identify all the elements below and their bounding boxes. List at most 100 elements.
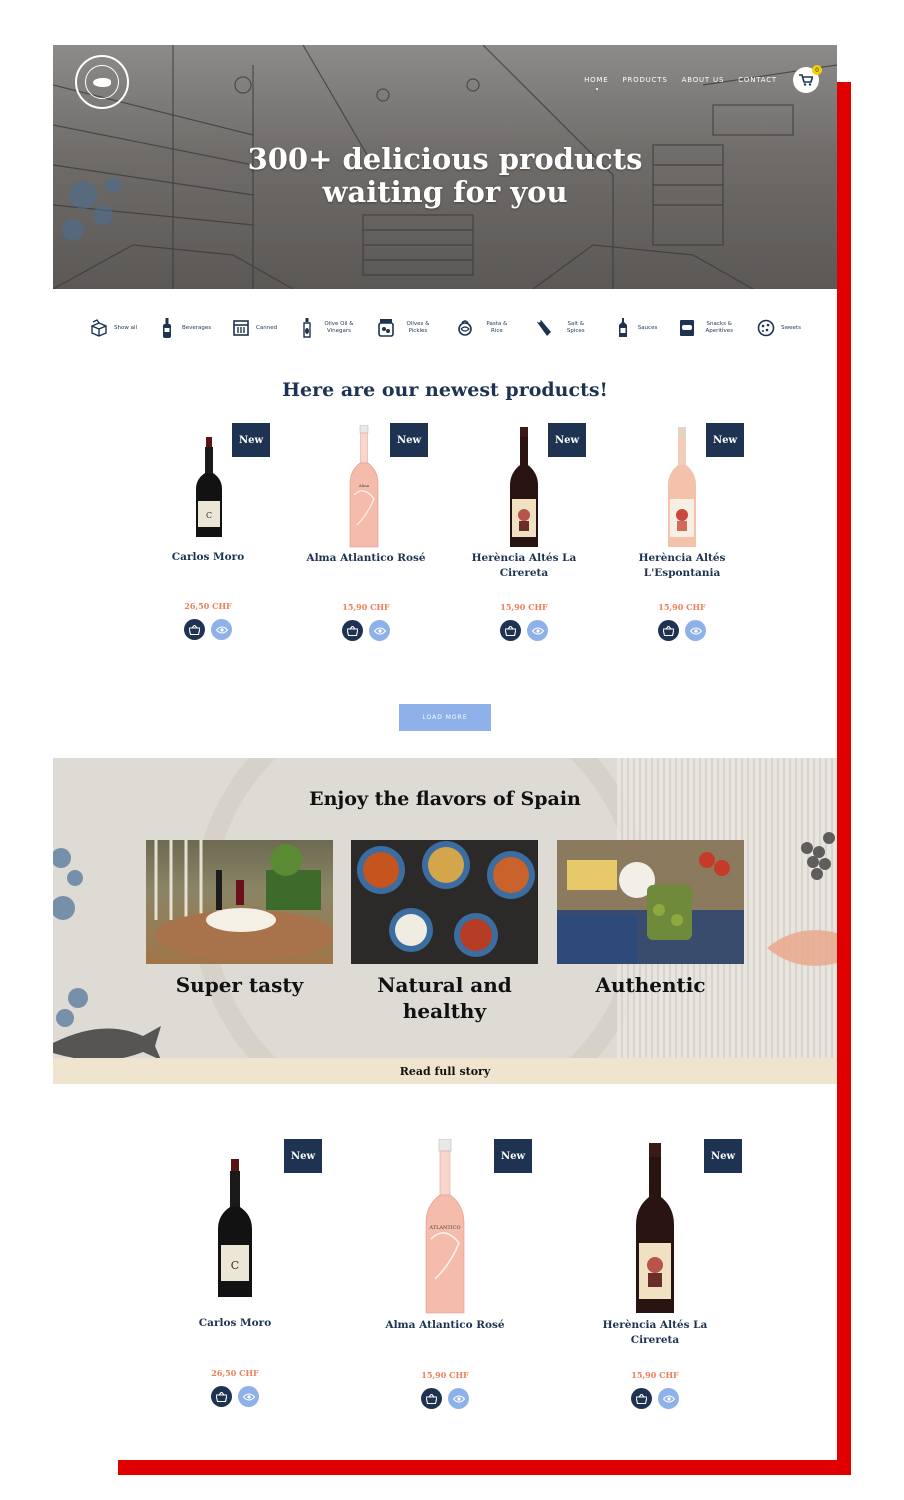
svg-text:C: C bbox=[231, 1259, 239, 1272]
flavor-card-authentic: Authentic bbox=[557, 840, 744, 998]
add-to-cart-button[interactable] bbox=[211, 1386, 232, 1407]
add-to-cart-button[interactable] bbox=[631, 1388, 652, 1409]
new-badge: New bbox=[704, 1139, 742, 1173]
quick-view-button[interactable] bbox=[527, 620, 548, 641]
product-card[interactable]: New Herència Altés La Cirereta 15,90 CHF bbox=[459, 423, 589, 648]
add-to-cart-button[interactable] bbox=[184, 619, 205, 640]
nav-about-us[interactable]: ABOUT US bbox=[682, 76, 725, 84]
product-name[interactable]: Carlos Moro bbox=[143, 550, 273, 565]
product-card[interactable]: C New Carlos Moro 26,50 CHF bbox=[143, 423, 273, 648]
flavors-section: Enjoy the flavors of Spain Super tasty N… bbox=[53, 758, 837, 1058]
nav-products[interactable]: PRODUCTS bbox=[623, 76, 668, 84]
category-label: Canned bbox=[256, 324, 278, 331]
eye-icon bbox=[242, 1392, 255, 1401]
quick-view-button[interactable] bbox=[448, 1388, 469, 1409]
product-actions bbox=[170, 1386, 300, 1407]
read-full-story-link[interactable]: Read full story bbox=[53, 1058, 837, 1084]
product-image bbox=[510, 427, 538, 547]
load-more-button[interactable]: LOAD MORE bbox=[399, 704, 491, 731]
can-icon bbox=[231, 318, 251, 338]
product-card[interactable]: New Herència Altés La Cirereta 15,90 CHF bbox=[590, 1139, 742, 1419]
product-name[interactable]: Carlos Moro bbox=[170, 1316, 300, 1331]
flavors-title: Enjoy the flavors of Spain bbox=[309, 788, 581, 810]
product-image: C bbox=[218, 1159, 252, 1297]
category-label: Olive Oil & Vinegars bbox=[324, 321, 354, 334]
product-image bbox=[636, 1143, 674, 1313]
cookie-icon bbox=[756, 318, 776, 338]
eye-icon bbox=[689, 626, 702, 635]
product-card[interactable]: Alma New Alma Atlantico Rosé 15,90 CHF bbox=[301, 423, 431, 648]
category-olive-oil[interactable]: Olive Oil & Vinegars bbox=[297, 318, 356, 338]
quick-view-button[interactable] bbox=[685, 620, 706, 641]
category-beverages[interactable]: Beverages bbox=[157, 318, 211, 338]
product-name[interactable]: Herència Altés La Cirereta bbox=[459, 551, 589, 581]
snack-icon bbox=[677, 318, 697, 338]
hero-title-line1: 300+ delicious products bbox=[247, 142, 643, 176]
jar-icon bbox=[376, 318, 396, 338]
category-sauces[interactable]: Sauces bbox=[613, 318, 658, 338]
product-price: 15,90 CHF bbox=[658, 602, 706, 612]
product-card[interactable]: C New Carlos Moro 26,50 CHF bbox=[170, 1139, 322, 1419]
quick-view-button[interactable] bbox=[238, 1386, 259, 1407]
quick-view-button[interactable] bbox=[211, 619, 232, 640]
product-actions bbox=[459, 620, 589, 641]
nav-contact[interactable]: CONTACT bbox=[738, 76, 777, 84]
category-snacks[interactable]: Snacks & Aperitives bbox=[677, 318, 736, 338]
category-show-all[interactable]: Show all bbox=[89, 318, 137, 338]
category-olives[interactable]: Olives & Pickles bbox=[376, 318, 435, 338]
add-to-cart-button[interactable] bbox=[658, 620, 679, 641]
basket-icon bbox=[505, 625, 516, 636]
basket-icon bbox=[189, 624, 200, 635]
category-salt-spices[interactable]: Salt & Spices bbox=[534, 318, 593, 338]
flavor-label: Super tasty bbox=[175, 973, 304, 997]
page: HOME PRODUCTS ABOUT US CONTACT 0 300+ de… bbox=[53, 45, 837, 1460]
site-logo[interactable] bbox=[75, 55, 129, 109]
basket-icon bbox=[216, 1391, 227, 1402]
svg-text:ATLANTICO: ATLANTICO bbox=[428, 1225, 460, 1231]
flavor-image-dips bbox=[351, 840, 538, 964]
quick-view-button[interactable] bbox=[369, 620, 390, 641]
eye-icon bbox=[662, 1394, 675, 1403]
basket-icon bbox=[426, 1393, 437, 1404]
product-name[interactable]: Alma Atlantico Rosé bbox=[380, 1318, 510, 1333]
category-canned[interactable]: Canned bbox=[231, 318, 277, 338]
oil-bottle-icon bbox=[297, 318, 317, 338]
spice-icon bbox=[534, 318, 554, 338]
category-label: Sweets bbox=[781, 324, 801, 331]
bottle-icon bbox=[157, 318, 177, 338]
product-name[interactable]: Alma Atlantico Rosé bbox=[301, 551, 431, 566]
category-label: Sauces bbox=[637, 324, 658, 331]
product-image bbox=[668, 427, 696, 547]
product-price: 15,90 CHF bbox=[631, 1370, 679, 1380]
cart-button[interactable]: 0 bbox=[793, 65, 822, 93]
nav-home[interactable]: HOME bbox=[584, 76, 608, 90]
new-badge: New bbox=[706, 423, 744, 457]
new-badge: New bbox=[390, 423, 428, 457]
hero-title-line2: waiting for you bbox=[322, 175, 568, 209]
category-label: Beverages bbox=[181, 324, 212, 331]
hero-banner: HOME PRODUCTS ABOUT US CONTACT 0 300+ de… bbox=[53, 45, 837, 289]
category-label: Pasta & Rice bbox=[486, 321, 508, 334]
category-label: Salt & Spices bbox=[566, 321, 585, 334]
quick-view-button[interactable] bbox=[658, 1388, 679, 1409]
add-to-cart-button[interactable] bbox=[342, 620, 363, 641]
product-name[interactable]: Herència Altés La Cirereta bbox=[590, 1318, 720, 1348]
product-price: 15,90 CHF bbox=[421, 1370, 469, 1380]
decorative-grapes-illustration bbox=[767, 832, 837, 966]
category-pasta[interactable]: Pasta & Rice bbox=[455, 318, 514, 338]
flavor-label: Authentic bbox=[595, 973, 706, 997]
basket-icon bbox=[636, 1393, 647, 1404]
product-card[interactable]: New Herència Altés L'Espontania 15,90 CH… bbox=[617, 423, 747, 648]
product-actions bbox=[380, 1388, 510, 1409]
add-to-cart-button[interactable] bbox=[421, 1388, 442, 1409]
product-price: 26,50 CHF bbox=[184, 601, 232, 611]
eye-icon bbox=[531, 626, 544, 635]
product-card[interactable]: ATLANTICO New Alma Atlantico Rosé 15,90 … bbox=[380, 1139, 532, 1419]
flavor-label: Natural and healthy bbox=[377, 973, 512, 1023]
category-sweets[interactable]: Sweets bbox=[756, 318, 801, 338]
product-name[interactable]: Herència Altés L'Espontania bbox=[617, 551, 747, 581]
add-to-cart-button[interactable] bbox=[500, 620, 521, 641]
eye-icon bbox=[215, 625, 228, 634]
box-icon bbox=[89, 318, 109, 338]
product-price: 15,90 CHF bbox=[342, 602, 390, 612]
